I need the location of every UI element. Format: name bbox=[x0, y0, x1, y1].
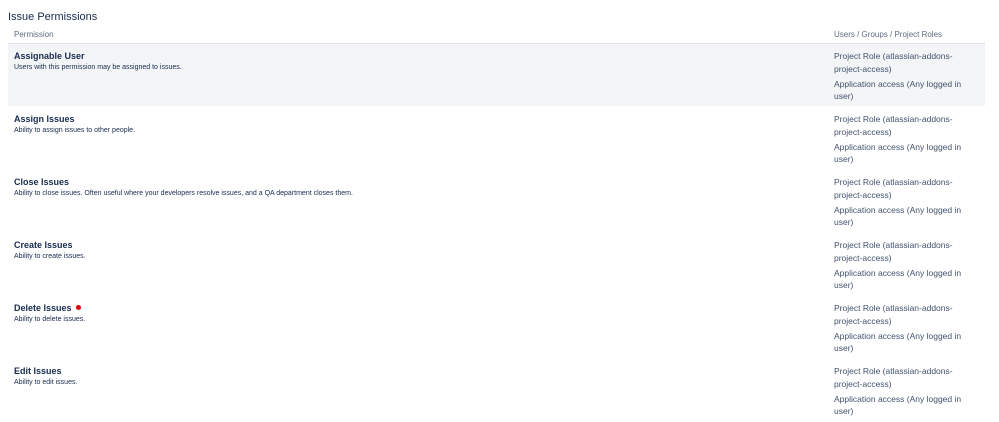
column-header-permission: Permission bbox=[14, 30, 54, 39]
permission-description: Ability to create issues. bbox=[14, 253, 86, 260]
table-row[interactable]: Delete Issues Ability to delete issues. Pr… bbox=[8, 296, 985, 359]
permission-description: Ability to close issues. Often useful wh… bbox=[14, 190, 353, 197]
grantee-entry: Project Role (atlassian-addons-project-a… bbox=[834, 114, 953, 137]
table-row[interactable]: Assignable User Users with this permissio… bbox=[8, 44, 985, 107]
grantee-entry: Application access (Any logged in user) bbox=[834, 267, 962, 291]
grantee-entry: Application access (Any logged in user) bbox=[834, 78, 962, 102]
permission-grantees: Project Role (atlassian-addons-project-a… bbox=[834, 176, 974, 231]
permission-grantees: Project Role (atlassian-addons-project-a… bbox=[834, 302, 974, 357]
grantee-entry: Application access (Any logged in user) bbox=[834, 393, 962, 417]
grantee-entry: Application access (Any logged in user) bbox=[834, 330, 962, 354]
permission-grantees: Project Role (atlassian-addons-project-a… bbox=[834, 239, 974, 294]
permission-name: Create Issues bbox=[14, 240, 73, 251]
grantee-entry: Project Role (atlassian-addons-project-a… bbox=[834, 240, 953, 263]
permission-name: Assignable User bbox=[14, 51, 85, 62]
table-header: Permission Users / Groups / Project Role… bbox=[8, 28, 985, 44]
section-title: Issue Permissions bbox=[8, 11, 98, 23]
issue-permissions-table: Permission Users / Groups / Project Role… bbox=[8, 28, 985, 422]
permission-name: Edit Issues bbox=[14, 366, 62, 377]
permission-name-text: Assignable User bbox=[14, 51, 85, 61]
permission-name-text: Create Issues bbox=[14, 240, 73, 250]
grantee-entry: Project Role (atlassian-addons-project-a… bbox=[834, 303, 953, 326]
permission-name: Close Issues bbox=[14, 177, 69, 188]
grantee-entry: Project Role (atlassian-addons-project-a… bbox=[834, 177, 953, 200]
column-header-users: Users / Groups / Project Roles bbox=[834, 30, 943, 39]
permission-name-text: Close Issues bbox=[14, 177, 70, 187]
permission-name: Assign Issues bbox=[14, 114, 75, 125]
red-dot-marker bbox=[75, 305, 81, 311]
permission-grantees: Project Role (atlassian-addons-project-a… bbox=[834, 113, 974, 168]
grantee-entry: Application access (Any logged in user) bbox=[834, 204, 962, 228]
permission-name-text: Edit Issues bbox=[14, 366, 62, 376]
permission-name-text: Delete Issues bbox=[14, 303, 72, 313]
permission-grantees: Project Role (atlassian-addons-project-a… bbox=[834, 50, 974, 105]
permission-name-text: Assign Issues bbox=[14, 114, 75, 124]
permission-name: Delete Issues bbox=[14, 303, 81, 314]
permission-description: Users with this permission may be assign… bbox=[14, 64, 182, 71]
grantee-entry: Project Role (atlassian-addons-project-a… bbox=[834, 366, 953, 389]
permission-description: Ability to assign issues to other people… bbox=[14, 127, 136, 134]
table-row[interactable]: Close Issues Ability to close issues. Oft… bbox=[8, 170, 985, 233]
table-body: Assignable User Users with this permissio… bbox=[8, 44, 985, 422]
permission-description: Ability to edit issues. bbox=[14, 379, 78, 386]
permission-description: Ability to delete issues. bbox=[14, 316, 86, 323]
permission-grantees: Project Role (atlassian-addons-project-a… bbox=[834, 365, 974, 420]
grantee-entry: Project Role (atlassian-addons-project-a… bbox=[834, 51, 953, 74]
table-row[interactable]: Assign Issues Ability to assign issues to… bbox=[8, 107, 985, 170]
table-row[interactable]: Create Issues Ability to create issues. Pr… bbox=[8, 233, 985, 296]
grantee-entry: Application access (Any logged in user) bbox=[834, 141, 962, 165]
table-row[interactable]: Edit Issues Ability to edit issues. Projec… bbox=[8, 359, 985, 422]
